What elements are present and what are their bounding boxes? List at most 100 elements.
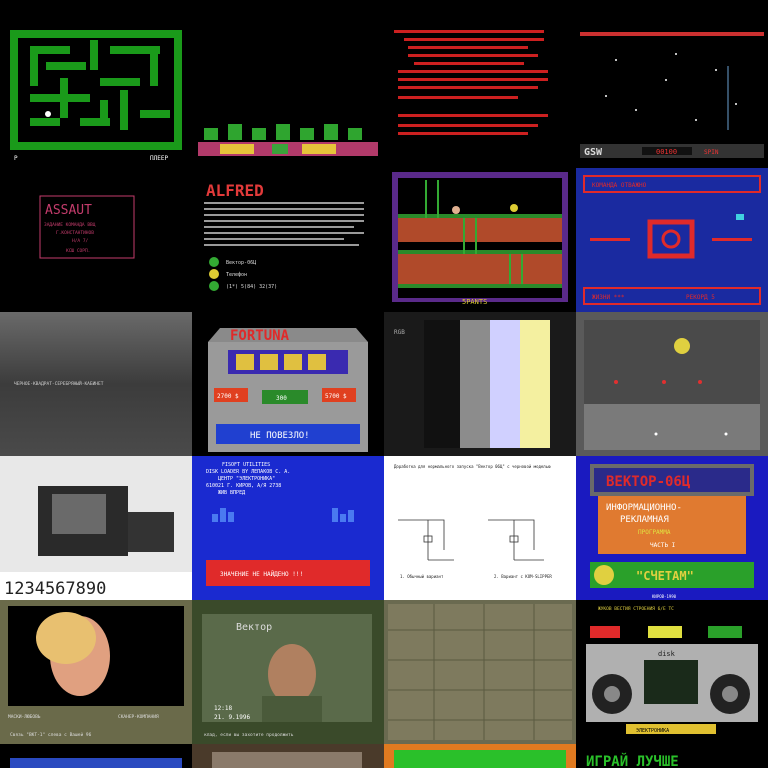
circuit-diagram: Доработка для нормального запуска "Векто… [384,456,576,600]
shooter-lives: ЖИЗНИ *** [592,294,625,301]
tile-blue-shooter[interactable]: КОМАНДА ОТВАЖНО ЖИЗНИ *** РЕКОРД 5 [576,168,768,312]
info-sub1: ИНФОРМАЦИОННО- [606,503,682,513]
fortuna-title: FORTUNA [230,328,290,344]
grey-screen: ЧЕРНОЕ-КВАДРАТ-СЕРЕБРЯНЫЙ-КАБИНЕТ [0,312,192,456]
loader-message: ЗНАЧЕНИЕ НЕ НАЙДЕНО !!! [220,571,303,578]
red-text-screen [384,0,576,168]
info-bottom: "СЧЕТАМ" [636,569,694,583]
tile-partial-1[interactable] [0,744,192,768]
shooter-record: РЕКОРД 5 [686,294,715,301]
partial-screen-4: ИГРАЙ ЛУЧШЕ [576,744,768,768]
loader-header2: DISK LOADER BY ЛЕПАКОВ С. А. [206,469,290,475]
info-sub2: РЕКЛАМНАЯ [620,515,669,525]
boombox-sub: ЭЛЕКТРОНИКА [636,728,669,734]
vector-tv-screen: Вектор 12:18 21. 9.1996 клад, если вы за… [192,600,384,744]
assaut-line2: Г.КОНСТАНТИНОВ [56,230,94,236]
boombox-disk: disk [658,650,676,658]
alfred-phone: Телефон [226,272,247,278]
portrait-footer: Связь "ВКТ-1" слева с Вашей 96 [10,732,92,738]
circuit-caption-right: 2. Вариант с КОМ-SLIPPER [494,574,552,579]
loader-header4: 610021 Г. КИРОВ, А/Я 2738 [206,483,281,489]
ladder-status: 5PANTS [462,298,487,306]
fortuna-right-value: 5700 $ [325,393,347,400]
tile-text-screen-red[interactable] [384,0,576,168]
disk-loader-screen: FISOFT UTILITIES DISK LOADER BY ЛЕПАКОВ … [192,456,384,600]
portrait-cap2: СКАНЕР-КОМПАНИЯ [118,714,159,720]
tile-circuit-diagram[interactable]: Доработка для нормального запуска "Векто… [384,456,576,600]
alfred-platform: Вектор-06Ц [226,260,256,266]
tile-ladder-game[interactable]: 5PANTS [384,168,576,312]
fortuna-screen: FORTUNA 2700 $ 300 5700 $ НЕ ПОВЕЗЛО! [192,312,384,456]
tv-time: 12:18 [214,705,232,712]
tile-pcb-photo[interactable] [384,600,576,744]
svg-text:ПЛЕЕР: ПЛЕЕР [150,155,168,162]
tv-logo: Вектор [236,622,272,633]
assaut-line3: Н/А 7/ [72,238,89,244]
partial-screen-2 [192,744,384,768]
tile-partial-3[interactable] [384,744,576,768]
tv-date: 21. 9.1996 [214,714,251,721]
portrait-cap1: МАСКИ-ЛЮБОВЬ [8,714,41,720]
loader-header1: FISOFT UTILITIES [222,462,270,468]
tile-maze-game[interactable]: P ПЛЕЕР [0,0,192,168]
tile-platform-game[interactable] [192,0,384,168]
tile-info-program[interactable]: ВЕКТОР-06Ц ИНФОРМАЦИОННО- РЕКЛАМНАЯ ПРОГ… [576,456,768,600]
tile-vector-photo[interactable]: 1234567890 [0,456,192,600]
tile-alfred[interactable]: ALFRED Вектор-06Ц Телефон (1*) 5(84) 32(… [192,168,384,312]
shooter-top-label: КОМАНДА ОТВАЖНО [592,182,647,189]
tile-vector-tv[interactable]: Вектор 12:18 21. 9.1996 клад, если вы за… [192,600,384,744]
alfred-title: ALFRED [206,181,264,200]
tile-space-game[interactable]: GSW 00100 SPIN [576,0,768,168]
tile-grey-screen[interactable]: ЧЕРНОЕ-КВАДРАТ-СЕРЕБРЯНЫЙ-КАБИНЕТ [0,312,192,456]
platform-screen [192,0,384,168]
info-sub3: ПРОГРАММА [638,529,671,536]
screenshot-grid: P ПЛЕЕР GSW 00100 SPIN ASSAUT ЗАДАНИЕ КО… [0,0,768,768]
partial-4-text: ИГРАЙ ЛУЧШЕ [586,753,679,768]
tile-grid-game[interactable] [576,312,768,456]
vector-photo: 1234567890 [0,456,192,600]
loader-header5: ЖИВ ВПРЕД [218,490,245,496]
game-logo: GSW [584,147,603,158]
svg-text:P: P [14,155,18,162]
tile-boombox[interactable]: ЖУКОВ ВЕСТИЯ СТРОЕНИЯ 6/Е ТС disk ЭЛЕКТР… [576,600,768,744]
pcb-photo [384,600,576,744]
digits-label: 1234567890 [4,579,106,599]
boombox-screen: ЖУКОВ ВЕСТИЯ СТРОЕНИЯ 6/Е ТС disk ЭЛЕКТР… [576,600,768,744]
fortuna-message: НЕ ПОВЕЗЛО! [250,431,310,441]
assaut-copyright: КСШ СОРП. [66,248,90,254]
score-value: 00100 [656,148,677,156]
test-pattern: RGB [384,312,576,456]
boombox-header: ЖУКОВ ВЕСТИЯ СТРОЕНИЯ 6/Е ТС [598,606,674,612]
lives-label: SPIN [704,149,719,156]
portrait-screen: МАСКИ-ЛЮБОВЬ СКАНЕР-КОМПАНИЯ Связь "ВКТ-… [0,600,192,744]
ladder-screen: 5PANTS [384,168,576,312]
tile-assaut[interactable]: ASSAUT ЗАДАНИЕ КОМАНДА ВВЦ Г.КОНСТАНТИНО… [0,168,192,312]
tile-partial-2[interactable] [192,744,384,768]
tv-footer: клад, если вы захотите продолжить [204,733,294,738]
assaut-line1: ЗАДАНИЕ КОМАНДА ВВЦ [44,222,96,228]
test-pattern-label: RGB [394,329,405,336]
blue-shooter-screen: КОМАНДА ОТВАЖНО ЖИЗНИ *** РЕКОРД 5 [576,168,768,312]
assaut-title: ASSAUT [45,203,92,218]
partial-screen-3 [384,744,576,768]
info-year: КИРОВ-1990 [652,594,677,599]
info-program-screen: ВЕКТОР-06Ц ИНФОРМАЦИОННО- РЕКЛАМНАЯ ПРОГ… [576,456,768,600]
tile-partial-4[interactable]: ИГРАЙ ЛУЧШЕ [576,744,768,768]
maze-screen: P ПЛЕЕР [0,0,192,168]
tile-disk-loader[interactable]: FISOFT UTILITIES DISK LOADER BY ЛЕПАКОВ … [192,456,384,600]
partial-screen-1 [0,744,192,768]
circuit-caption-left: 1. Обычный вариант [400,574,444,579]
fortuna-left-value: 2700 $ [217,393,239,400]
circuit-title: Доработка для нормального запуска "Векто… [394,464,551,469]
assaut-screen: ASSAUT ЗАДАНИЕ КОМАНДА ВВЦ Г.КОНСТАНТИНО… [0,168,192,312]
info-title: ВЕКТОР-06Ц [606,474,691,490]
info-part: ЧАСТЬ I [650,542,676,549]
grey-screen-text: ЧЕРНОЕ-КВАДРАТ-СЕРЕБРЯНЫЙ-КАБИНЕТ [14,380,104,387]
alfred-screen: ALFRED Вектор-06Ц Телефон (1*) 5(84) 32(… [192,168,384,312]
tile-test-pattern[interactable]: RGB [384,312,576,456]
fortuna-mid-value: 300 [276,395,287,402]
tile-photo-portrait[interactable]: МАСКИ-ЛЮБОВЬ СКАНЕР-КОМПАНИЯ Связь "ВКТ-… [0,600,192,744]
grid-game-screen [576,312,768,456]
tile-fortuna[interactable]: FORTUNA 2700 $ 300 5700 $ НЕ ПОВЕЗЛО! [192,312,384,456]
alfred-address: (1*) 5(84) 32(37) [226,284,277,290]
